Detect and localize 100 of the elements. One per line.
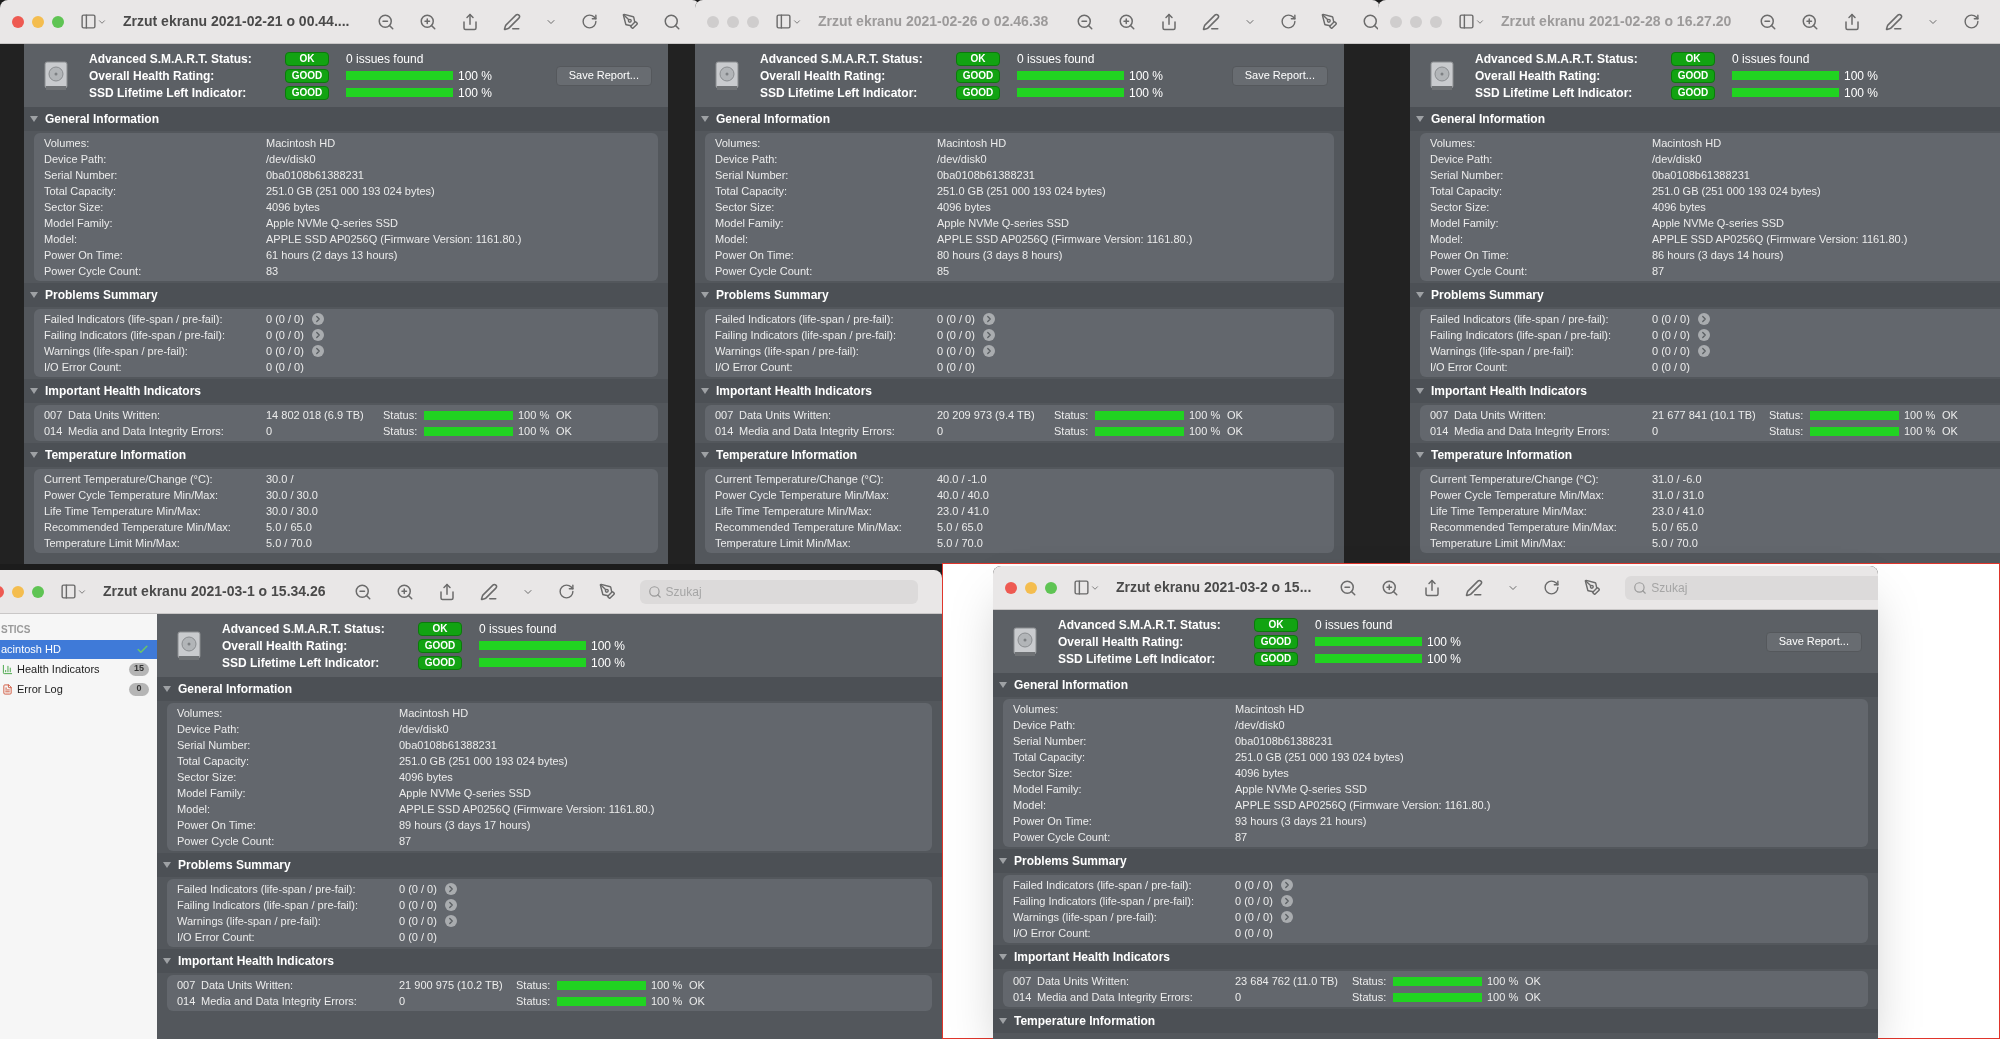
sidebar-toggle-icon[interactable] xyxy=(80,13,107,30)
row-value: 4096 bytes xyxy=(266,199,320,215)
save-report-button[interactable]: Save Report... xyxy=(555,65,652,86)
share-icon[interactable] xyxy=(1843,12,1862,31)
row-label: Warnings (life-span / pre-fail): xyxy=(177,913,322,929)
section-header[interactable]: Important Health Indicators xyxy=(993,945,1878,969)
zoom-out-icon[interactable] xyxy=(1339,578,1358,597)
section-header[interactable]: General Information xyxy=(24,107,668,131)
sidebar-toggle-icon[interactable] xyxy=(60,583,87,600)
section-title: General Information xyxy=(716,111,831,128)
section-title: Important Health Indicators xyxy=(1014,949,1171,966)
section-header[interactable]: Problems Summary xyxy=(695,283,1344,307)
pen-icon[interactable] xyxy=(1465,578,1484,597)
markup-icon[interactable] xyxy=(1584,579,1602,596)
markup-icon[interactable] xyxy=(598,583,616,600)
sidebar-toggle-icon[interactable] xyxy=(1073,579,1100,596)
share-icon[interactable] xyxy=(461,12,480,31)
row-value: 0 (0 / 0) xyxy=(1652,343,1691,359)
section-header[interactable]: Important Health Indicators xyxy=(24,379,668,403)
section-header[interactable]: Problems Summary xyxy=(1410,283,2000,307)
zoom-in-icon[interactable] xyxy=(395,582,414,601)
search-icon[interactable] xyxy=(663,12,682,31)
section-header[interactable]: Temperature Information xyxy=(993,1009,1878,1033)
section-header[interactable]: Temperature Information xyxy=(695,443,1344,467)
sidebar-toggle-icon[interactable] xyxy=(775,13,802,30)
row-value: 61 hours (2 days 13 hours) xyxy=(266,247,398,263)
section-header[interactable]: Important Health Indicators xyxy=(695,379,1344,403)
row-value: 80 hours (3 days 8 hours) xyxy=(937,247,1063,263)
row-value: 0 (0 / 0) xyxy=(937,359,975,375)
section-title: General Information xyxy=(45,111,160,128)
disclosure-down-icon xyxy=(701,291,709,299)
section-header[interactable]: General Information xyxy=(993,673,1878,697)
section-header[interactable]: Important Health Indicators xyxy=(157,949,942,973)
section-header[interactable]: Temperature Information xyxy=(1410,443,2000,467)
row-value: 30.0 / 30.0 xyxy=(266,503,318,519)
rotate-icon[interactable] xyxy=(1543,579,1561,596)
search-icon[interactable] xyxy=(1362,12,1380,31)
pen-icon[interactable] xyxy=(1202,12,1221,31)
pen-icon[interactable] xyxy=(479,582,498,601)
zoom-in-icon[interactable] xyxy=(1118,12,1137,31)
section-title: Important Health Indicators xyxy=(716,383,873,400)
close-button[interactable] xyxy=(1005,581,1017,594)
row-value: 14 802 018 (6.9 TB) xyxy=(266,407,365,423)
section-title: Temperature Information xyxy=(45,447,187,464)
pen-icon[interactable] xyxy=(1885,12,1904,31)
row-label: Model Family: xyxy=(44,215,114,231)
row-value: Apple NVMe Q-series SSD xyxy=(1652,215,1785,231)
zoom-in-icon[interactable] xyxy=(1801,12,1820,31)
zoom-in-icon[interactable] xyxy=(419,12,438,31)
zoom-out-icon[interactable] xyxy=(377,12,396,31)
section-header[interactable]: General Information xyxy=(157,677,942,701)
zoom-out-icon[interactable] xyxy=(1076,12,1095,31)
count-badge: 15 xyxy=(129,662,149,676)
status-label: Advanced S.M.A.R.T. Status: xyxy=(89,50,253,68)
zoom-out-icon[interactable] xyxy=(1759,12,1778,31)
sidebar-heading: STICS xyxy=(0,623,32,637)
share-icon[interactable] xyxy=(1160,12,1179,31)
disclosure-down-icon xyxy=(30,291,38,299)
pen-icon[interactable] xyxy=(503,12,522,31)
section-header[interactable]: General Information xyxy=(1410,107,2000,131)
save-report-button[interactable]: Save Report... xyxy=(1765,631,1862,652)
share-icon[interactable] xyxy=(1423,578,1442,597)
row-value: 5.0 / 65.0 xyxy=(1652,519,1698,535)
row-label: Failing Indicators (life-span / pre-fail): xyxy=(1430,327,1612,343)
row-value: 0 (0 / 0) xyxy=(399,897,438,913)
sidebar-item[interactable]: acintosh HD xyxy=(0,640,157,659)
row-label: Recommended Temperature Min/Max: xyxy=(715,519,903,535)
row-value: 5.0 / 70.0 xyxy=(1652,535,1698,551)
rotate-icon[interactable] xyxy=(557,583,575,600)
sidebar-item[interactable]: Health Indicators 15 xyxy=(0,659,157,679)
status-badge: GOOD xyxy=(956,85,1000,100)
section-header[interactable]: Temperature Information xyxy=(24,443,668,467)
markup-icon[interactable] xyxy=(1321,13,1339,30)
zoom-out-icon[interactable] xyxy=(353,582,372,601)
disclosure-down-icon xyxy=(30,451,38,459)
rotate-icon[interactable] xyxy=(1280,13,1298,30)
sidebar-toggle-icon[interactable] xyxy=(1458,13,1485,30)
rotate-icon[interactable] xyxy=(1963,13,1981,30)
percent-reading: 100 % xyxy=(1487,973,1520,989)
row-value: 4096 bytes xyxy=(937,199,991,215)
share-icon[interactable] xyxy=(437,582,456,601)
section-header[interactable]: Problems Summary xyxy=(157,853,942,877)
percent-reading: 100 % xyxy=(1427,650,1462,668)
markup-icon[interactable] xyxy=(622,13,640,30)
section-header[interactable]: Problems Summary xyxy=(993,849,1878,873)
section-header[interactable]: Important Health Indicators xyxy=(1410,379,2000,403)
row-label: Power Cycle Count: xyxy=(1013,829,1112,845)
percent-reading: 100 % xyxy=(1904,407,1937,423)
close-button[interactable] xyxy=(12,15,24,28)
percent-reading: 100 % xyxy=(518,407,551,423)
section-header[interactable]: Problems Summary xyxy=(24,283,668,307)
row-value: 0 (0 / 0) xyxy=(1235,893,1274,909)
rotate-icon[interactable] xyxy=(581,13,599,30)
status-badge: GOOD xyxy=(418,638,462,653)
section-header[interactable]: General Information xyxy=(695,107,1344,131)
save-report-button[interactable]: Save Report... xyxy=(1231,65,1328,86)
sidebar-item[interactable]: Error Log 0 xyxy=(0,679,157,699)
zoom-in-icon[interactable] xyxy=(1381,578,1400,597)
row-value: 87 xyxy=(399,833,412,849)
row-value: 23 684 762 (11.0 TB) xyxy=(1235,973,1339,989)
